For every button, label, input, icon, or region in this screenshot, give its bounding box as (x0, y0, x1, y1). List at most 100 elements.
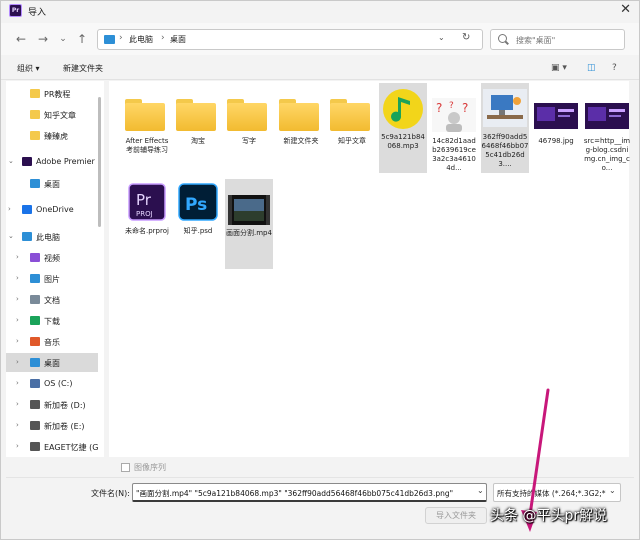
sidebar-item[interactable]: › 文档 (6, 290, 98, 309)
preview-pane-icon[interactable]: ◫ (587, 63, 596, 73)
file-item[interactable]: src=http__img-blog.csdnimg.cn_img_co... (583, 89, 631, 172)
breadcrumb-separator: › (161, 33, 165, 43)
video-icon (30, 253, 40, 262)
file-item[interactable]: 淘宝 (174, 89, 222, 169)
sidebar-item[interactable]: › EAGET忆捷 (G (6, 437, 98, 456)
chevron-icon[interactable]: › (16, 400, 19, 408)
folder-icon (30, 89, 40, 98)
file-name: 知乎.psd (183, 227, 213, 235)
chevron-icon[interactable]: › (16, 421, 19, 429)
file-item[interactable]: Pr PROJ 未命名.prproj (123, 179, 171, 259)
address-bar[interactable]: › 此电脑 › 桌面 ⌄ ↻ (97, 29, 483, 50)
breadcrumb-this-pc[interactable]: 此电脑 (129, 34, 153, 45)
svg-text:?: ? (436, 101, 442, 115)
sidebar-item-label: 知乎文章 (44, 111, 76, 120)
file-item[interactable]: ??? 14c82d1aadb2639619ce3a2c3a46104d... (430, 89, 478, 172)
back-icon[interactable]: ← (13, 31, 29, 47)
forward-icon[interactable]: → (35, 31, 51, 47)
chevron-icon[interactable]: ⌄ (8, 232, 14, 240)
drive-icon (30, 442, 40, 451)
computer-icon (22, 232, 32, 241)
image-thumbnail (483, 89, 527, 127)
file-item[interactable]: Ps 知乎.psd (174, 179, 222, 259)
file-item[interactable]: After Effects考前辅导练习 (123, 89, 171, 169)
folder-icon (176, 99, 216, 131)
sidebar-item[interactable]: ⌄ 此电脑 (6, 227, 98, 246)
sidebar-item-label: PR教程 (44, 90, 71, 99)
sidebar-item-label: Adobe Premier (36, 157, 95, 166)
chevron-icon[interactable]: › (8, 205, 11, 213)
file-name: 未命名.prproj (125, 227, 169, 235)
sidebar-item[interactable]: › 图片 (6, 269, 98, 288)
file-type-select[interactable]: 所有支持的媒体 (*.264;*.3G2;* (493, 483, 621, 502)
sidebar-item-label: 新加卷 (E:) (44, 422, 85, 431)
file-item[interactable]: 写字 (225, 89, 273, 169)
view-options-icon[interactable]: ▣ ▾ (551, 63, 567, 73)
file-item[interactable]: 46798.jpg (532, 89, 580, 169)
sidebar-item[interactable]: › 新加卷 (D:) (6, 395, 98, 414)
search-icon (498, 34, 507, 43)
chevron-icon[interactable]: › (16, 253, 19, 261)
premiere-app-icon: Pr (9, 4, 22, 17)
help-icon[interactable]: ? (612, 63, 617, 73)
close-icon[interactable]: ✕ (620, 2, 631, 17)
chevron-icon[interactable]: › (16, 274, 19, 282)
chevron-icon[interactable]: › (16, 442, 19, 450)
sidebar-scrollbar[interactable] (98, 97, 101, 227)
file-item[interactable]: 画面分割.mp4 (225, 179, 273, 269)
file-item[interactable]: 362ff90add56468f46bb075c41db26d3.... (481, 83, 529, 173)
up-icon[interactable]: ↑ (74, 31, 90, 47)
file-name: 14c82d1aadb2639619ce3a2c3a46104d... (432, 137, 476, 172)
recent-locations-icon[interactable]: ⌄ (55, 31, 71, 47)
desktop-icon (104, 35, 115, 44)
sidebar-item[interactable]: › 音乐 (6, 332, 98, 351)
sidebar-item-label: 桌面 (44, 359, 60, 368)
sidebar-item[interactable]: › 下载 (6, 311, 98, 330)
chevron-down-icon[interactable]: ⌄ (477, 486, 484, 495)
sidebar-item-label: 桌面 (44, 180, 60, 189)
file-item[interactable]: 知乎文章 (328, 89, 376, 169)
picture-icon (30, 274, 40, 283)
window-title: 导入 (28, 8, 47, 18)
refresh-icon[interactable]: ↻ (462, 32, 470, 43)
sidebar-item-label: EAGET忆捷 (G (44, 443, 99, 452)
chevron-icon[interactable]: › (16, 358, 19, 366)
sidebar-item[interactable]: › OS (C:) (6, 374, 98, 393)
sidebar-item[interactable]: › 新加卷 (E:) (6, 416, 98, 435)
sidebar-item[interactable]: › 桌面 (6, 353, 98, 372)
document-icon (30, 295, 40, 304)
chevron-icon[interactable]: › (16, 295, 19, 303)
divider (6, 477, 634, 478)
sidebar-item[interactable]: 知乎文章 (6, 105, 98, 124)
chevron-icon[interactable]: ⌄ (8, 157, 14, 165)
chevron-icon[interactable]: › (16, 337, 19, 345)
sidebar-item-label: 下载 (44, 317, 60, 326)
chevron-icon[interactable]: › (16, 316, 19, 324)
sidebar-item-label: OS (C:) (44, 379, 73, 388)
sidebar-item[interactable]: › 视频 (6, 248, 98, 267)
organize-button[interactable]: 组织 ▾ (17, 63, 40, 74)
file-item[interactable]: 新建文件夹 (277, 89, 325, 169)
sidebar-item-label: 新加卷 (D:) (44, 401, 86, 410)
sidebar-item[interactable]: PR教程 (6, 84, 98, 103)
search-input[interactable]: 搜索"桌面" (516, 35, 555, 46)
sidebar-item[interactable]: 臻臻虎 (6, 126, 98, 145)
new-folder-button[interactable]: 新建文件夹 (63, 63, 103, 74)
sidebar-item-label: OneDrive (36, 205, 74, 214)
photoshop-file-icon: Ps (178, 183, 218, 221)
filename-input[interactable]: "画面分割.mp4" "5c9a121b84068.mp3" "362ff90a… (132, 483, 487, 502)
folder-icon (279, 99, 319, 131)
sidebar-item[interactable]: 桌面 (6, 174, 98, 193)
import-folder-button[interactable]: 导入文件夹 (425, 507, 487, 524)
sidebar-item[interactable]: ⌄ Adobe Premier (6, 152, 98, 171)
chevron-down-icon[interactable]: ⌄ (609, 486, 616, 495)
breadcrumb-desktop[interactable]: 桌面 (170, 34, 186, 45)
chevron-down-icon[interactable]: ⌄ (438, 33, 445, 42)
chevron-icon[interactable]: › (16, 379, 19, 387)
sidebar-item[interactable]: › OneDrive (6, 200, 98, 219)
search-box[interactable]: 搜索"桌面" (490, 29, 625, 50)
image-sequence-checkbox[interactable] (121, 463, 130, 472)
drive-icon (30, 421, 40, 430)
file-name: 知乎文章 (338, 137, 366, 145)
file-item[interactable]: 5c9a121b84068.mp3 (379, 83, 427, 173)
